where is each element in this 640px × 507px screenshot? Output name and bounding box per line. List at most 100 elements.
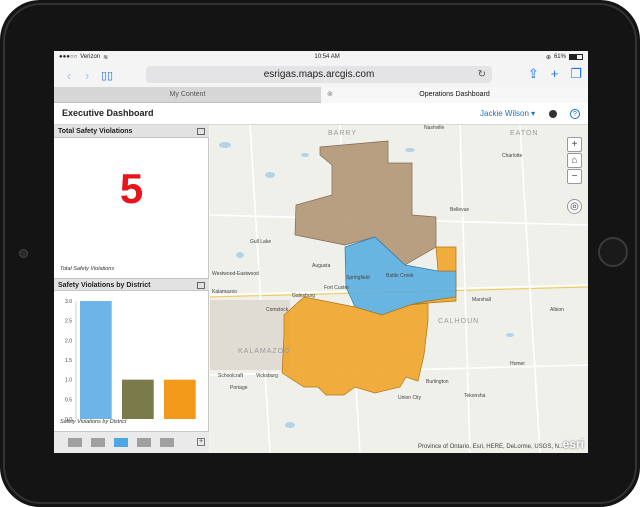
place-label: Union City [398,395,422,401]
esri-logo: esri [562,437,584,451]
place-label: Schoolcraft [218,373,244,379]
pager-dot[interactable] [91,438,105,447]
place-label: Marshall [472,297,491,303]
y-tick-label: 1.0 [65,378,72,384]
y-tick-label: 2.0 [65,338,72,344]
county-label: BARRY [328,130,357,137]
pager-dot[interactable] [137,438,151,447]
forward-button[interactable]: › [78,68,96,83]
tab-label: Operations Dashboard [419,91,490,98]
page-title: Executive Dashboard [62,108,154,118]
lock-rotation-icon: ⊕ [545,54,551,61]
place-label: Kalamazoo [212,289,237,295]
widget-header-total: Total Safety Violations [54,125,209,138]
tab-my-content[interactable]: My Content [54,87,321,103]
url-text: esrigas.maps.arcgis.com [263,69,375,80]
place-label: Charlotte [502,153,523,159]
lake [265,172,275,178]
clock: 10:54 AM [314,54,340,60]
user-name: Jackie Wilson [480,109,529,118]
new-tab-icon[interactable]: + [551,66,559,82]
place-label: Westwood-Eastwood [212,271,259,277]
y-tick-label: 3.0 [65,299,72,305]
bar[interactable] [122,379,154,419]
tablet-frame: ●●●○○ Verizon ≋ 10:54 AM ⊕ 61% ‹ › ▯▯ es… [0,0,640,507]
county-label: EATON [510,130,538,137]
place-label: Battle Creek [386,273,414,279]
expand-icon[interactable] [197,282,205,289]
zoom-out-button[interactable]: − [567,169,582,184]
browser-toolbar: ‹ › ▯▯ esrigas.maps.arcgis.com ↻ ⇪ + ❐ [54,63,588,87]
pager-dot[interactable] [114,438,128,447]
battery-icon [568,54,583,60]
add-widget-button[interactable]: + [197,438,205,446]
bookmarks-icon[interactable]: ▯▯ [96,69,118,82]
back-button[interactable]: ‹ [60,68,78,83]
carrier: Verizon [80,54,101,60]
widget-header-district: Safety Violations by District [54,278,209,291]
widget-pager: + [54,431,209,453]
widget-title: Total Safety Violations [58,128,133,135]
tab-label: My Content [169,91,206,98]
zoom-in-button[interactable]: + [567,137,582,152]
place-label: Springfield [346,275,370,281]
home-button[interactable] [598,237,628,267]
map-canvas[interactable]: BARRY EATON KALAMAZOO CALHOUN Nashville … [210,125,588,453]
battery-percent: 61% [553,54,566,60]
place-label: Albion [550,307,564,313]
place-label: Portage [230,385,248,391]
place-label: Comstock [266,307,289,313]
place-label: Bellevue [450,207,469,213]
pager-dot[interactable] [160,438,174,447]
camera-icon [19,249,28,258]
bar[interactable] [164,379,196,419]
map-attribution: Province of Ontario, Esri, HERE, DeLorme… [417,444,564,450]
chart-caption: Safety Violations by District [60,419,127,425]
lake [236,252,244,258]
place-label: Tekonsha [464,393,486,399]
lake [506,333,514,337]
y-tick-label: 2.5 [65,319,72,325]
y-tick-label: 0.5 [65,397,72,403]
map-view[interactable]: BARRY EATON KALAMAZOO CALHOUN Nashville … [210,125,588,453]
place-label: Gull Lake [250,239,271,245]
wifi-icon: ≋ [103,54,109,61]
place-label: Homer [510,361,525,367]
expand-icon[interactable] [197,128,205,135]
y-tick-label: 1.5 [65,358,72,364]
home-extent-button[interactable]: ⌂ [567,153,582,168]
app-header: Executive Dashboard Jackie Wilson ▾ ? [54,103,588,125]
tab-strip: My Content ⊗ Operations Dashboard [54,87,588,103]
place-label: Augusta [312,263,331,269]
county-label: CALHOUN [438,318,479,325]
signal-icon: ●●●○○ [59,54,78,60]
place-label: Nashville [424,125,445,131]
lake [219,142,231,148]
share-icon[interactable]: ⇪ [528,66,539,82]
district-bar-chart: 0.0 0.5 1.0 1.5 2.0 2.5 3.0 [54,291,209,431]
lake [301,153,309,157]
bar[interactable] [80,301,112,419]
screen: ●●●○○ Verizon ≋ 10:54 AM ⊕ 61% ‹ › ▯▯ es… [54,51,588,453]
lake [405,148,415,152]
pager-dot[interactable] [68,438,82,447]
place-label: Galesburg [292,293,315,299]
user-menu[interactable]: Jackie Wilson ▾ [480,109,535,118]
status-bar: ●●●○○ Verizon ≋ 10:54 AM ⊕ 61% [54,51,588,63]
place-label: Fort Custer [324,285,349,291]
locate-button[interactable]: ◎ [567,199,582,214]
record-icon[interactable] [549,110,557,118]
tabs-overview-icon[interactable]: ❐ [570,66,582,82]
total-violations-value: 5 [119,165,144,212]
widget-caption: Total Safety Violations [60,266,115,272]
county-label: KALAMAZOO [238,348,291,355]
reload-icon[interactable]: ↻ [478,66,486,83]
place-label: Burlington [426,379,449,385]
help-icon[interactable]: ? [570,109,580,119]
address-bar[interactable]: esrigas.maps.arcgis.com ↻ [146,66,492,83]
close-icon[interactable]: ⊗ [327,87,333,103]
tab-operations-dashboard[interactable]: ⊗ Operations Dashboard [321,87,588,103]
widget-panel: Total Safety Violations 5 Total Safety V… [54,125,209,453]
place-label: Vicksburg [256,373,278,379]
lake [285,422,295,428]
